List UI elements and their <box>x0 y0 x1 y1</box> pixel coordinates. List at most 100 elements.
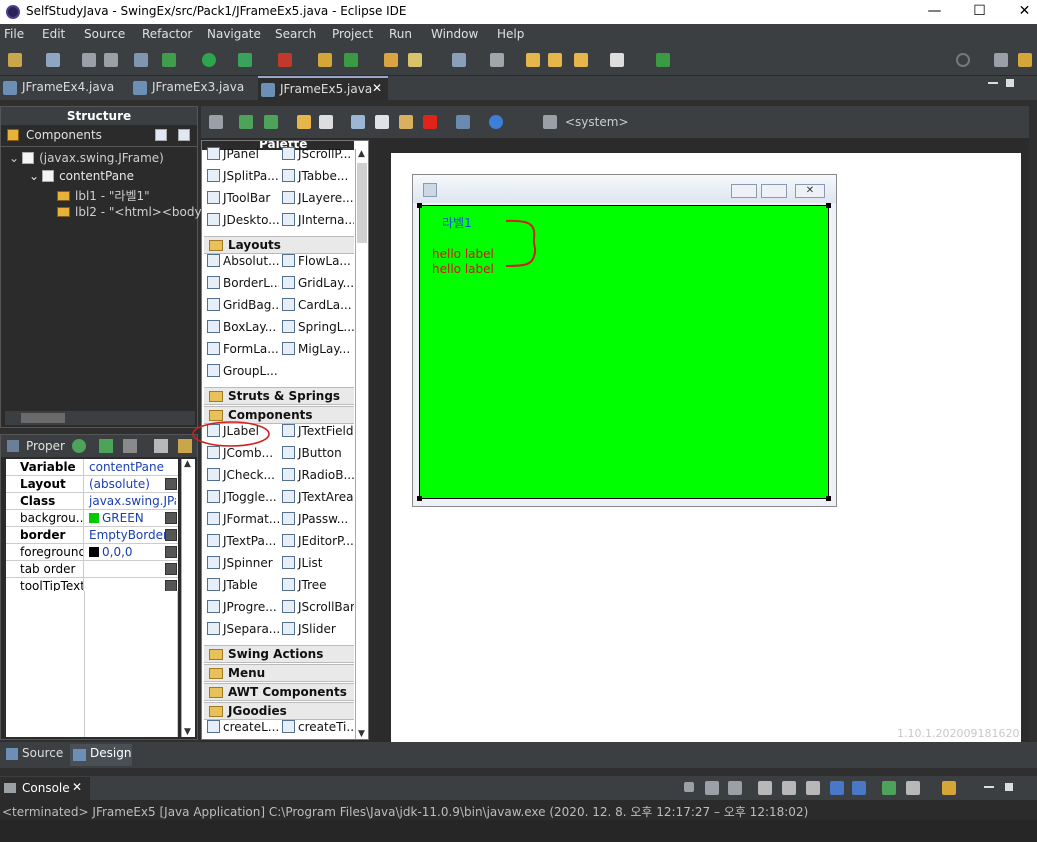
search-icon[interactable] <box>956 53 970 67</box>
copy-icon[interactable] <box>375 115 389 129</box>
maximize-button[interactable]: ☐ <box>957 0 1002 24</box>
property-row[interactable]: Variable contentPane <box>6 459 178 476</box>
remove-launch-icon[interactable] <box>705 781 719 795</box>
save-all-icon[interactable] <box>104 53 118 67</box>
tree-contentpane[interactable]: ⌄ contentPane <box>29 169 134 187</box>
cut-icon[interactable] <box>351 115 365 129</box>
property-value[interactable]: GREEN <box>86 510 176 527</box>
palette-item[interactable]: GridBag... <box>207 298 279 318</box>
palette-scrollbar[interactable]: ▲ ▼ <box>355 149 368 739</box>
palette-item[interactable]: JScrollBar <box>282 600 354 620</box>
tab-source[interactable]: Source <box>4 746 63 766</box>
palette-item[interactable]: BoxLay... <box>207 320 279 340</box>
tab-jframeex4[interactable]: JFrameEx4.java <box>0 76 122 100</box>
minimize-console-icon[interactable] <box>984 786 994 788</box>
palette-item[interactable]: JButton <box>282 446 354 466</box>
palette-item[interactable]: JTable <box>207 578 279 598</box>
palette-item[interactable]: createL... <box>207 720 279 739</box>
close-tab-icon[interactable]: ✕ <box>372 81 382 95</box>
palette-item[interactable]: JDeskto... <box>207 213 279 233</box>
palette-item[interactable]: JCheck... <box>207 468 279 488</box>
tab-jframeex5[interactable]: JFrameEx5.java ✕ <box>258 76 388 100</box>
menu-file[interactable]: File <box>4 24 42 44</box>
terminate-icon[interactable] <box>684 782 694 792</box>
show-stderr-icon[interactable] <box>852 781 866 795</box>
pin-console-icon[interactable] <box>882 781 896 795</box>
property-row[interactable]: tab order <box>6 561 178 578</box>
menu-edit[interactable]: Edit <box>42 24 84 44</box>
maximize-editor-icon[interactable] <box>1006 79 1014 87</box>
property-edit-button[interactable] <box>165 546 177 558</box>
structure-scrollbar[interactable] <box>5 411 195 425</box>
new-class-icon[interactable] <box>46 53 60 67</box>
palette-item[interactable]: JSplitPa... <box>207 169 279 189</box>
select-icon[interactable] <box>239 115 253 129</box>
palette-item[interactable]: JSpinner <box>207 556 279 576</box>
palette-category[interactable]: Menu <box>204 664 354 682</box>
new-class-wizard-icon[interactable] <box>344 53 358 67</box>
clear-console-icon[interactable] <box>758 781 772 795</box>
palette-item[interactable]: JProgre... <box>207 600 279 620</box>
tab-design[interactable]: Design <box>70 744 132 766</box>
menu-navigate[interactable]: Navigate <box>207 24 275 44</box>
search-tool-icon[interactable] <box>408 53 422 67</box>
menu-project[interactable]: Project <box>332 24 389 44</box>
property-edit-button[interactable] <box>165 529 177 541</box>
palette-category[interactable]: JGoodies <box>204 702 354 720</box>
palette-item[interactable]: JTextPa... <box>207 534 279 554</box>
remove-icon[interactable] <box>123 439 137 453</box>
java-perspective-icon[interactable] <box>1018 53 1032 67</box>
toggle-icon[interactable] <box>134 53 148 67</box>
goto-definition-icon[interactable] <box>154 439 168 453</box>
property-edit-button[interactable] <box>165 563 177 575</box>
property-value[interactable] <box>86 561 176 578</box>
palette-item[interactable]: JPassw... <box>282 512 354 532</box>
property-value[interactable]: EmptyBorder <box>86 527 176 544</box>
palette-category[interactable]: Struts & Springs <box>204 387 354 405</box>
palette-item[interactable]: JTextArea <box>282 490 354 510</box>
debug-icon[interactable] <box>162 53 176 67</box>
run-icon[interactable] <box>202 53 216 67</box>
property-row[interactable]: backgrou... GREEN <box>6 510 178 527</box>
remove-all-icon[interactable] <box>728 781 742 795</box>
save-icon[interactable] <box>82 53 96 67</box>
console-output[interactable] <box>0 820 1037 842</box>
undo-icon[interactable] <box>297 115 311 129</box>
coverage-icon[interactable] <box>238 53 252 67</box>
lbl1-label[interactable]: 라벨1 <box>442 214 472 231</box>
property-edit-button[interactable] <box>165 512 177 524</box>
external-tools-icon[interactable] <box>278 53 292 67</box>
scrollbar-thumb[interactable] <box>21 413 65 423</box>
tree-lbl1[interactable]: lbl1 - "라벨1" <box>57 187 150 205</box>
content-pane[interactable]: 라벨1 hello label hello label <box>417 203 831 501</box>
paste-icon[interactable] <box>399 115 413 129</box>
palette-item[interactable]: JToggle... <box>207 490 279 510</box>
property-row[interactable]: foreground 0,0,0 <box>6 544 178 561</box>
property-row[interactable]: border EmptyBorder <box>6 527 178 544</box>
expand-all-icon[interactable] <box>155 129 167 141</box>
window-builder-icon[interactable] <box>656 53 670 67</box>
back-history-icon[interactable] <box>526 53 540 67</box>
forward-icon[interactable] <box>610 53 624 67</box>
close-console-icon[interactable]: ✕ <box>72 780 82 794</box>
word-wrap-icon[interactable] <box>806 781 820 795</box>
palette-item[interactable]: JEditorP... <box>282 534 354 554</box>
new-icon[interactable] <box>8 53 22 67</box>
menu-help[interactable]: Help <box>497 24 537 44</box>
tree-jframe[interactable]: ⌄ (javax.swing.JFrame) <box>9 151 164 169</box>
property-value[interactable]: javax.swing.JPa... <box>86 493 176 510</box>
palette-item[interactable]: CardLa... <box>282 298 354 318</box>
palette-item[interactable]: SpringL... <box>282 320 354 340</box>
show-stdout-icon[interactable] <box>830 781 844 795</box>
palette-category[interactable]: Layouts <box>204 236 354 254</box>
property-row[interactable]: Classjavax.swing.JPa... <box>6 493 178 510</box>
lbl2-line1[interactable]: hello label <box>432 247 494 261</box>
palette-item[interactable]: JScrollP... <box>282 147 354 167</box>
menu-search[interactable]: Search <box>275 24 332 44</box>
delete-icon[interactable] <box>423 115 437 129</box>
palette-item[interactable]: JInterna... <box>282 213 354 233</box>
test-gui-icon[interactable] <box>209 115 223 129</box>
frame-maximize-button[interactable] <box>761 184 787 198</box>
property-value[interactable]: (absolute) <box>86 476 176 493</box>
maximize-console-icon[interactable] <box>1005 783 1013 791</box>
